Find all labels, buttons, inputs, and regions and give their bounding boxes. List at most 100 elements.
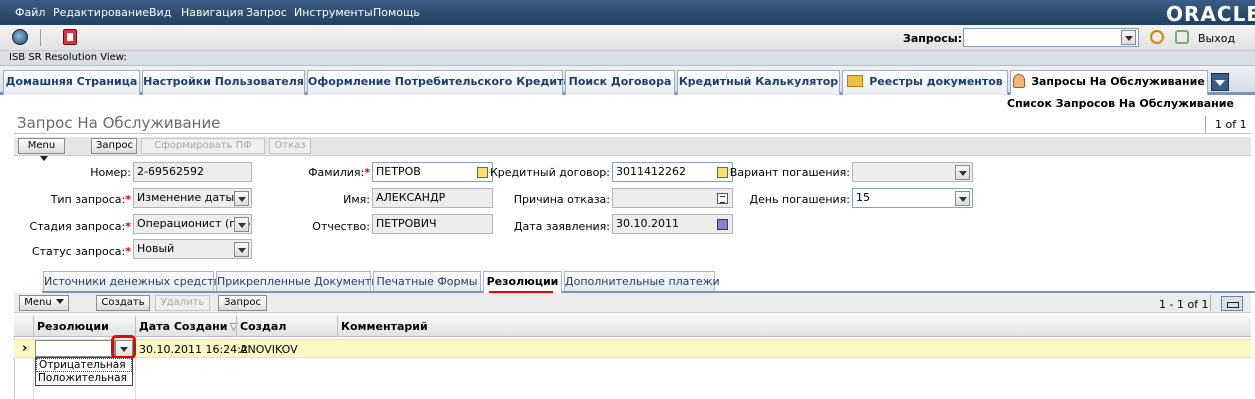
tab-document-registers[interactable]: Реестры документов bbox=[842, 70, 1008, 95]
toolbar-separator bbox=[40, 29, 41, 46]
chevron-down-icon[interactable] bbox=[955, 165, 970, 180]
oracle-logo: ORACLE bbox=[1166, 2, 1255, 26]
app-date-field[interactable]: 30.10.2011 bbox=[612, 214, 733, 234]
column-separator bbox=[236, 316, 237, 337]
menu-tools[interactable]: Инструменты bbox=[294, 6, 373, 19]
query-search-icon[interactable] bbox=[1150, 30, 1164, 44]
contract-label: Кредитный договор: bbox=[490, 166, 610, 179]
folder-icon bbox=[847, 75, 864, 87]
repay-day-label: День погашения: bbox=[749, 193, 850, 206]
screen-tabs: Домашняя Страница Настройки Пользователя… bbox=[0, 66, 1255, 95]
author-cell: ANOVIKOV bbox=[240, 343, 298, 356]
chevron-down-icon[interactable] bbox=[234, 217, 249, 232]
tab-service-requests[interactable]: Запросы На Обслуживание bbox=[1010, 70, 1208, 95]
chevron-down-icon[interactable] bbox=[234, 242, 249, 257]
repay-variant-label: Вариант погашения: bbox=[729, 166, 850, 179]
tab-print-forms[interactable]: Печатные Формы bbox=[373, 271, 481, 291]
expand-list-icon[interactable] bbox=[1221, 296, 1243, 311]
chevron-down-icon[interactable] bbox=[955, 191, 970, 206]
resolution-input[interactable] bbox=[35, 340, 115, 357]
menu-help[interactable]: Помощь bbox=[373, 6, 420, 19]
toolbar: Запросы: Выход bbox=[0, 25, 1255, 71]
pager-separator bbox=[1205, 116, 1206, 133]
tab-user-settings[interactable]: Настройки Пользователя bbox=[142, 70, 305, 95]
tab-attached-documents[interactable]: Прикрепленные Документы bbox=[216, 271, 380, 291]
form-button-bar: Menu Запрос Сформировать ПФ Отказ bbox=[14, 136, 1251, 161]
detail-tabs: Источники денежных средств Прикрепленные… bbox=[42, 271, 1255, 293]
highlight-circle bbox=[111, 335, 136, 359]
form-title-divider bbox=[14, 133, 1251, 134]
menu-edit[interactable]: Редактирование bbox=[53, 6, 149, 19]
menu-query[interactable]: Запрос bbox=[246, 6, 287, 19]
type-label: Тип запроса:* bbox=[50, 193, 131, 206]
form-title: Запрос На Обслуживание bbox=[17, 114, 221, 132]
app-date-label: Дата заявления: bbox=[513, 220, 610, 233]
menu-navigation[interactable]: Навигация bbox=[181, 6, 243, 19]
status-label: Статус запроса:* bbox=[31, 245, 131, 258]
number-label: Номер: bbox=[90, 166, 131, 179]
type-select[interactable]: Изменение даты п bbox=[133, 188, 252, 208]
option-positive[interactable]: Положительная bbox=[36, 372, 132, 386]
tab-extra-payments[interactable]: Дополнительные платежи bbox=[564, 271, 720, 291]
chevron-down-icon[interactable] bbox=[1121, 30, 1136, 45]
more-tabs-icon[interactable] bbox=[1211, 73, 1229, 91]
queries-label: Запросы: bbox=[903, 32, 963, 45]
form-query-button[interactable]: Запрос bbox=[91, 138, 137, 154]
reject-button[interactable]: Отказ bbox=[269, 138, 311, 154]
exit-button[interactable]: Выход bbox=[1198, 32, 1235, 45]
stage-select[interactable]: Операционист (пер bbox=[133, 214, 252, 234]
reject-reason-label: Причина отказа: bbox=[513, 193, 610, 206]
required-mark: * bbox=[125, 193, 131, 206]
col-resolution[interactable]: Резолюции bbox=[37, 320, 109, 333]
calendar-icon[interactable] bbox=[717, 219, 728, 230]
tab-credit-calculator[interactable]: Кредитный Калькулятор bbox=[677, 70, 840, 95]
lastname-field[interactable]: ПЕТРОВ bbox=[372, 162, 493, 182]
status-select[interactable]: Новый bbox=[133, 239, 252, 259]
delete-button[interactable]: Удалить bbox=[155, 295, 210, 311]
caret-down-icon bbox=[39, 156, 48, 161]
column-separator bbox=[33, 316, 34, 337]
repay-variant-select[interactable] bbox=[852, 162, 973, 182]
repay-day-select[interactable]: 15 bbox=[852, 188, 973, 208]
create-button[interactable]: Создать bbox=[96, 295, 150, 311]
menu-bar: Файл Редактирование Вид Навигация Запрос… bbox=[0, 0, 1255, 26]
col-created-date[interactable]: Дата Создани ▽ bbox=[139, 320, 238, 333]
col-comment[interactable]: Комментарий bbox=[341, 320, 428, 333]
contract-field[interactable]: 3011412262 bbox=[612, 162, 733, 182]
tab-contract-search[interactable]: Поиск Договора bbox=[565, 70, 675, 95]
option-negative[interactable]: Отрицательная bbox=[36, 358, 132, 372]
firstname-field: АЛЕКСАНДР bbox=[372, 188, 493, 208]
firstname-label: Имя: bbox=[343, 193, 370, 206]
query-edit-icon[interactable] bbox=[1175, 30, 1189, 44]
globe-icon[interactable] bbox=[12, 29, 28, 45]
tab-consumer-credit[interactable]: Оформление Потребительского Кредита bbox=[307, 70, 571, 95]
service-requests-list-link[interactable]: Список Запросов На Обслуживание bbox=[1007, 97, 1234, 110]
menu-view[interactable]: Вид bbox=[149, 6, 171, 19]
tab-money-sources[interactable]: Источники денежных средств bbox=[43, 271, 220, 291]
column-separator bbox=[337, 316, 338, 337]
queries-select[interactable] bbox=[963, 28, 1139, 47]
menu-file[interactable]: Файл bbox=[15, 6, 45, 19]
chevron-down-icon[interactable] bbox=[234, 191, 249, 206]
view-title: ISB SR Resolution View: bbox=[0, 51, 1255, 66]
col-author[interactable]: Создал bbox=[240, 320, 286, 333]
list-button-bar: Menu Создать Удалить Запрос bbox=[14, 293, 1251, 313]
tab-home[interactable]: Домашняя Страница bbox=[3, 70, 140, 95]
form-menu-button[interactable]: Menu bbox=[18, 138, 65, 161]
reject-reason-field[interactable] bbox=[612, 188, 733, 208]
list-icon[interactable] bbox=[717, 193, 728, 204]
book-icon[interactable] bbox=[63, 29, 77, 45]
tab-resolutions[interactable]: Резолюции bbox=[483, 271, 562, 293]
pick-icon[interactable] bbox=[477, 167, 488, 178]
list-query-button[interactable]: Запрос bbox=[218, 295, 267, 311]
created-date-cell: 30.10.2011 16:24:2 bbox=[139, 343, 248, 356]
person-icon bbox=[1013, 74, 1026, 88]
required-mark: * bbox=[125, 220, 131, 233]
stage-label: Стадия запроса:* bbox=[29, 220, 131, 233]
required-mark: * bbox=[125, 245, 131, 258]
list-menu-button[interactable]: Menu bbox=[19, 295, 69, 311]
resolution-dropdown: Отрицательная Положительная bbox=[35, 357, 133, 386]
lastname-label: Фамилия:* bbox=[308, 166, 370, 179]
pick-icon[interactable] bbox=[717, 167, 728, 178]
form-pf-button[interactable]: Сформировать ПФ bbox=[141, 138, 265, 154]
